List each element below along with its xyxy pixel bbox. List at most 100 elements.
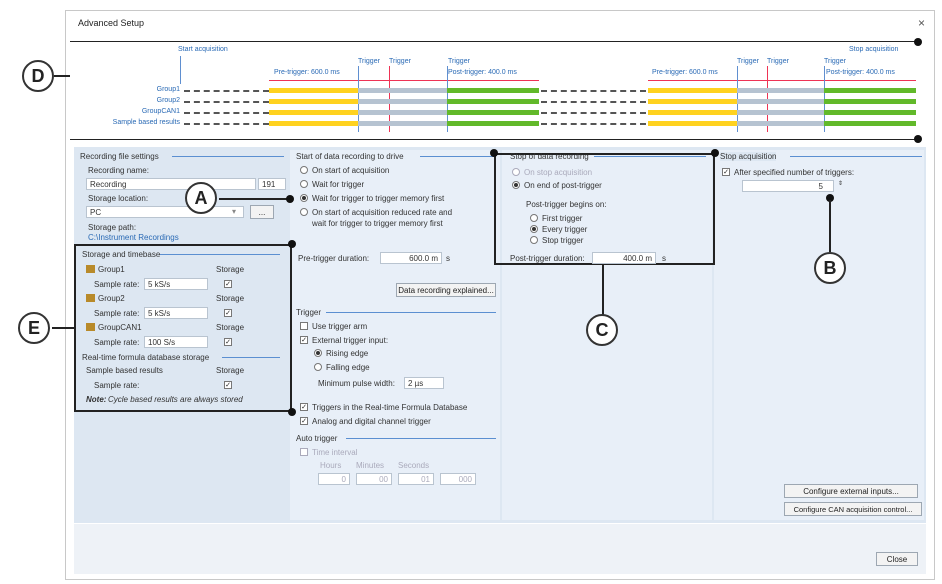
storage-location-select[interactable]: PC xyxy=(86,206,244,218)
sample-rate-label: Sample rate: xyxy=(94,309,140,318)
note-label: Note: xyxy=(86,395,107,404)
trigger-bar xyxy=(358,99,447,104)
trigger-count-input[interactable]: 5 xyxy=(742,180,834,192)
minutes-input[interactable]: 00 xyxy=(356,473,392,485)
start-option-radio[interactable] xyxy=(300,208,308,216)
pre-trigger-bar xyxy=(269,110,358,115)
recording-name-label: Recording name: xyxy=(88,166,149,175)
trigger-label: Trigger xyxy=(737,58,759,65)
pre-trigger-bar xyxy=(269,99,358,104)
callout-a-line xyxy=(219,198,289,200)
storage-checkbox[interactable]: ✓ xyxy=(224,338,232,346)
section-divider xyxy=(346,438,496,439)
sample-rate-label: Sample rate: xyxy=(94,338,140,347)
analog-trigger-checkbox[interactable]: ✓ xyxy=(300,417,308,425)
rtfd-trigger-label: Triggers in the Real-time Formula Databa… xyxy=(312,403,468,412)
sample-rate-select[interactable]: 5 kS/s xyxy=(144,307,208,319)
data-recording-explained-button[interactable]: Data recording explained... xyxy=(396,283,496,297)
close-button[interactable]: Close xyxy=(876,552,918,566)
section-divider xyxy=(420,156,496,157)
stop-option-label: On stop acquisition xyxy=(524,168,593,177)
start-option-label-cont: wait for trigger to trigger memory first xyxy=(312,219,443,228)
milliseconds-input[interactable]: 000 xyxy=(440,473,476,485)
start-option-radio[interactable] xyxy=(300,166,308,174)
storage-checkbox[interactable]: ✓ xyxy=(224,280,232,288)
after-triggers-checkbox[interactable]: ✓ xyxy=(722,168,730,176)
start-option-label: On start of acquisition reduced rate and xyxy=(312,208,453,217)
section-divider xyxy=(160,254,280,255)
pre-trigger-bar xyxy=(648,88,737,93)
timeline-row-label: Group1 xyxy=(156,86,180,93)
post-trigger-duration-label: Post-trigger duration: xyxy=(510,254,585,263)
group-name: GroupCAN1 xyxy=(98,323,142,332)
idle-segment xyxy=(541,101,646,103)
min-pulse-select[interactable]: 2 µs xyxy=(404,377,444,389)
storage-path-link[interactable]: C:\Instrument Recordings xyxy=(88,233,179,242)
start-option-radio[interactable] xyxy=(300,194,308,202)
idle-segment xyxy=(541,123,646,125)
after-triggers-label: After specified number of triggers: xyxy=(734,168,855,177)
time-interval-label: Time interval xyxy=(312,448,358,457)
storage-column-label: Storage xyxy=(216,323,245,332)
trigger-bar xyxy=(358,88,447,93)
stop-option-radio[interactable] xyxy=(512,181,520,189)
storage-checkbox[interactable]: ✓ xyxy=(224,309,232,317)
group-icon xyxy=(86,323,95,331)
sample-rate-select[interactable]: 5 kS/s xyxy=(144,278,208,290)
trigger-label: Trigger xyxy=(389,58,411,65)
spinner-icon[interactable]: ⇕ xyxy=(838,180,843,187)
post-trigger-bar xyxy=(824,88,916,93)
pre-trigger-label: Pre-trigger: 600.0 ms xyxy=(274,69,340,76)
callout-b-line xyxy=(829,200,831,252)
configure-external-inputs-button[interactable]: Configure external inputs... xyxy=(784,484,918,498)
start-option-label: On start of acquisition xyxy=(312,166,390,175)
hours-input[interactable]: 0 xyxy=(318,473,350,485)
time-interval-checkbox[interactable] xyxy=(300,448,308,456)
recording-name-counter: 191 xyxy=(258,178,286,190)
chevron-down-icon: ▾ xyxy=(232,207,237,216)
recording-name-input[interactable]: Recording xyxy=(86,178,256,190)
storage-location-label: Storage location: xyxy=(88,194,149,203)
storage-column-label: Storage xyxy=(216,366,245,375)
idle-segment xyxy=(541,90,646,92)
post-trigger-bar xyxy=(447,121,539,126)
group-name: Group1 xyxy=(98,265,125,274)
seconds-input[interactable]: 01 xyxy=(398,473,434,485)
close-icon[interactable]: × xyxy=(918,16,925,30)
storage-column-label: Storage xyxy=(216,265,245,274)
callout-e-line xyxy=(52,327,74,329)
storage-checkbox[interactable]: ✓ xyxy=(224,381,232,389)
stop-option-label: On end of post-trigger xyxy=(524,181,602,190)
pre-trigger-bar xyxy=(269,88,358,93)
post-trigger-begins-label: Post-trigger begins on: xyxy=(526,200,607,209)
post-trigger-duration-input[interactable]: 400.0 m xyxy=(592,252,656,264)
begins-radio[interactable] xyxy=(530,214,538,222)
trigger-bar xyxy=(737,121,824,126)
idle-segment xyxy=(184,101,269,103)
post-trigger-bar xyxy=(447,88,539,93)
dialog-title: Advanced Setup xyxy=(78,18,145,28)
post-trigger-label: Post-trigger: 400.0 ms xyxy=(448,69,517,76)
begins-radio[interactable] xyxy=(530,236,538,244)
section-divider xyxy=(222,357,280,358)
trigger-arm-checkbox[interactable] xyxy=(300,322,308,330)
browse-button[interactable]: ... xyxy=(250,205,274,219)
auto-trigger-section-title: Auto trigger xyxy=(296,434,338,443)
start-option-radio[interactable] xyxy=(300,180,308,188)
dialog-footer xyxy=(74,524,926,574)
post-trigger-bar xyxy=(824,110,916,115)
falling-edge-label: Falling edge xyxy=(326,363,370,372)
begins-radio[interactable] xyxy=(530,225,538,233)
timeline-row-label: Group2 xyxy=(156,97,180,104)
idle-segment xyxy=(541,112,646,114)
falling-edge-radio[interactable] xyxy=(314,363,322,371)
stop-option-radio[interactable] xyxy=(512,168,520,176)
sample-based-results-label: Sample based results xyxy=(86,366,163,375)
rtfd-trigger-checkbox[interactable]: ✓ xyxy=(300,403,308,411)
sample-rate-select[interactable]: 100 S/s xyxy=(144,336,208,348)
rising-edge-radio[interactable] xyxy=(314,349,322,357)
pre-trigger-duration-input[interactable]: 600.0 m xyxy=(380,252,442,264)
pre-trigger-bar xyxy=(648,121,737,126)
external-trigger-checkbox[interactable]: ✓ xyxy=(300,336,308,344)
configure-can-acquisition-button[interactable]: Configure CAN acquisition control... xyxy=(784,502,922,516)
